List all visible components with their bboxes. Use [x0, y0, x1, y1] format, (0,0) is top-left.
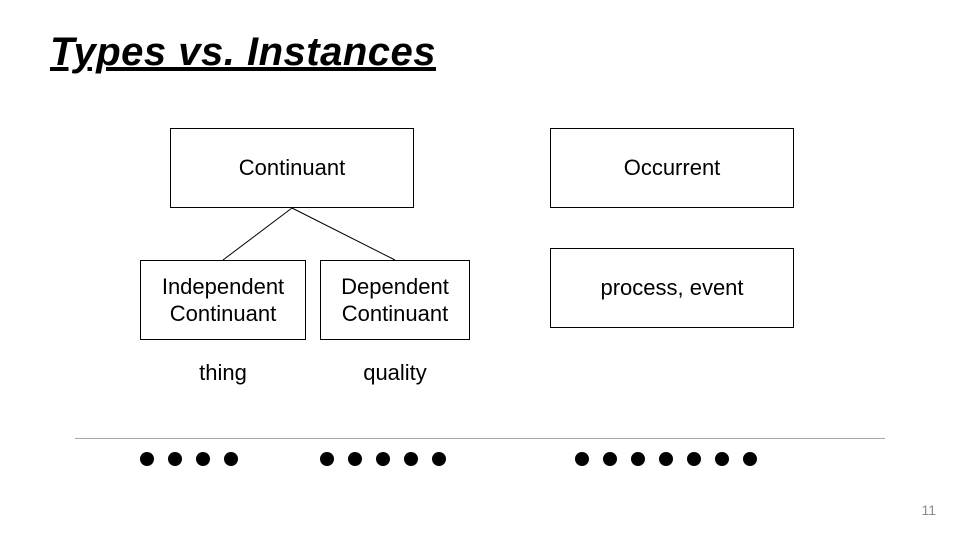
dots-group-2	[320, 452, 446, 466]
box-process-event-label: process, event	[600, 274, 743, 302]
divider-line	[75, 438, 885, 439]
instance-dot	[575, 452, 589, 466]
instance-dot	[320, 452, 334, 466]
instance-dot	[687, 452, 701, 466]
instance-dot	[603, 452, 617, 466]
instance-dot	[376, 452, 390, 466]
instance-dot	[432, 452, 446, 466]
instance-dot	[168, 452, 182, 466]
box-dependent-continuant-label: Dependent Continuant	[341, 273, 449, 328]
instance-dot	[404, 452, 418, 466]
box-dependent-continuant: Dependent Continuant	[320, 260, 470, 340]
label-quality: quality	[320, 360, 470, 386]
instance-dot	[224, 452, 238, 466]
box-continuant: Continuant	[170, 128, 414, 208]
instance-dot	[140, 452, 154, 466]
instance-dot	[743, 452, 757, 466]
instance-dot	[715, 452, 729, 466]
box-process-event: process, event	[550, 248, 794, 328]
box-occurrent: Occurrent	[550, 128, 794, 208]
box-independent-continuant: Independent Continuant	[140, 260, 306, 340]
label-thing: thing	[140, 360, 306, 386]
page-number: 11	[921, 502, 936, 518]
dots-group-3	[575, 452, 757, 466]
box-occurrent-label: Occurrent	[624, 154, 721, 182]
box-independent-continuant-label: Independent Continuant	[162, 273, 284, 328]
box-continuant-label: Continuant	[239, 154, 345, 182]
instance-dot	[196, 452, 210, 466]
instance-dot	[631, 452, 645, 466]
slide-title: Types vs. Instances	[50, 30, 436, 75]
dots-group-1	[140, 452, 238, 466]
instance-dot	[348, 452, 362, 466]
instance-dot	[659, 452, 673, 466]
